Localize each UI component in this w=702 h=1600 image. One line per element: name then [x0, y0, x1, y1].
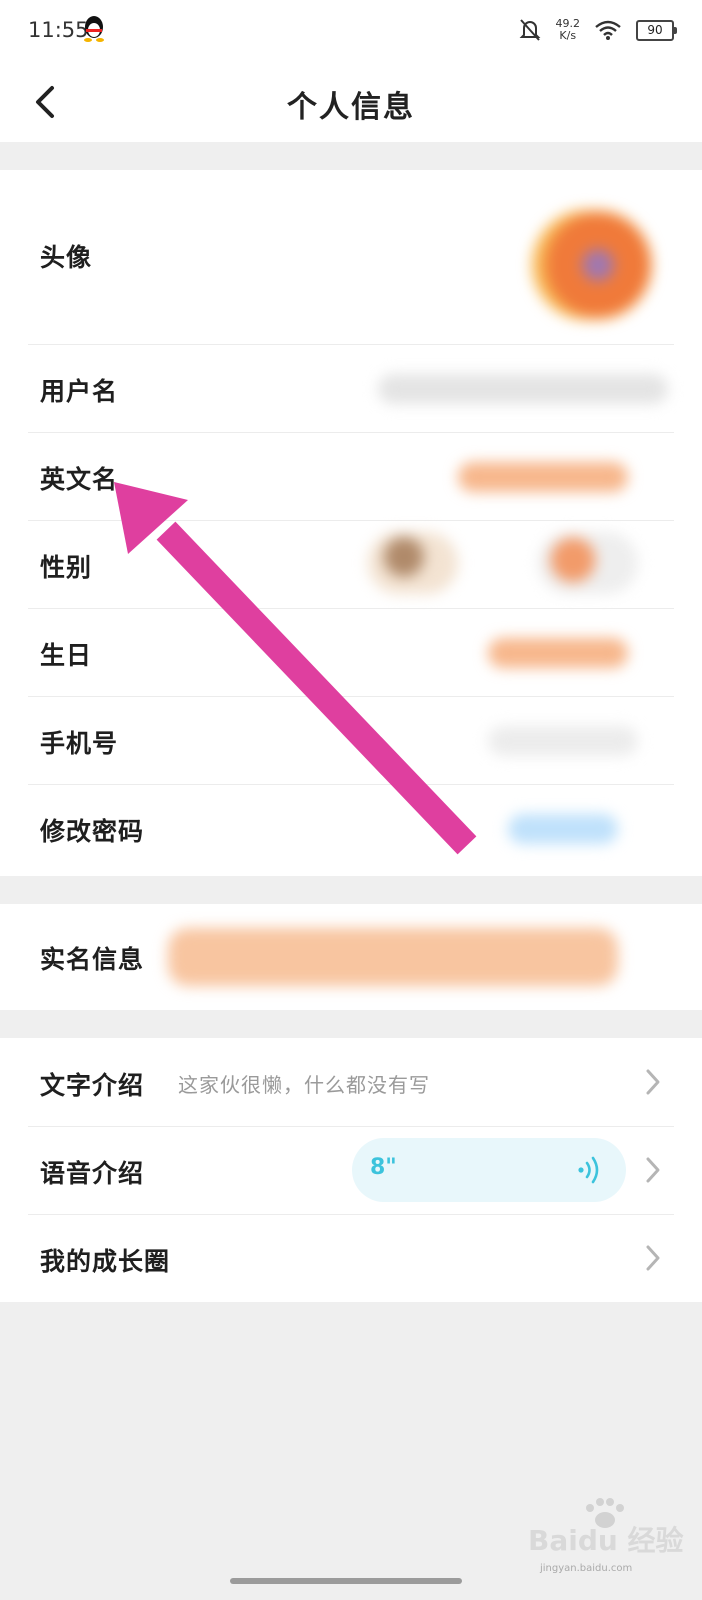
row-username[interactable]: 用户名	[28, 344, 674, 433]
watermark-text: Baidu 经验	[528, 1524, 684, 1557]
network-speed: 49.2 K/s	[556, 18, 581, 42]
row-voice-intro[interactable]: 语音介绍 8"	[28, 1126, 674, 1215]
qq-penguin-icon	[84, 16, 104, 42]
row-growth-circle-label: 我的成长圈	[40, 1247, 171, 1276]
status-bar: 11:55 49.2 K/s 90	[0, 0, 702, 60]
row-phone[interactable]: 手机号	[28, 696, 674, 785]
voice-play-button[interactable]: 8"	[352, 1138, 626, 1202]
text-intro-value: 这家伙很懒，什么都没有写	[178, 1073, 430, 1097]
intro-card: 文字介绍 这家伙很懒，什么都没有写 语音介绍 8" 我的成长圈	[0, 1038, 702, 1302]
status-time: 11:55	[28, 18, 89, 42]
row-username-label: 用户名	[40, 377, 119, 406]
row-english-name[interactable]: 英文名	[28, 432, 674, 521]
watermark-url: jingyan.baidu.com	[540, 1563, 633, 1574]
row-change-password-label: 修改密码	[40, 817, 145, 846]
row-gender[interactable]: 性别	[28, 520, 674, 609]
realname-card: 实名信息	[0, 904, 702, 1010]
chevron-right-icon	[646, 1157, 660, 1183]
birthday-value-blurred	[488, 638, 628, 668]
gender-option-male-blurred[interactable]	[368, 532, 458, 594]
chevron-right-icon	[646, 1245, 660, 1271]
chevron-right-icon	[646, 1069, 660, 1095]
row-text-intro-label: 文字介绍	[40, 1071, 145, 1100]
realname-value-blurred	[168, 928, 618, 986]
voice-duration: 8"	[370, 1155, 397, 1180]
battery-indicator: 90	[636, 19, 677, 41]
phone-value-blurred	[488, 726, 638, 756]
row-gender-label: 性别	[40, 553, 93, 582]
nav-bar: 个人信息	[0, 60, 702, 142]
english-name-value-blurred	[458, 462, 628, 492]
row-birthday[interactable]: 生日	[28, 608, 674, 697]
baidu-jingyan-watermark: Baidu 经验	[528, 1498, 684, 1557]
page-title: 个人信息	[287, 90, 415, 125]
row-english-name-label: 英文名	[40, 465, 119, 494]
status-icons: 49.2 K/s 90	[518, 14, 677, 46]
gender-option-female-blurred[interactable]	[538, 532, 638, 594]
network-speed-unit: K/s	[559, 29, 577, 42]
row-realname-label: 实名信息	[40, 945, 145, 974]
row-voice-intro-label: 语音介绍	[40, 1159, 145, 1188]
row-text-intro[interactable]: 文字介绍 这家伙很懒，什么都没有写	[28, 1038, 674, 1127]
row-realname[interactable]: 实名信息	[28, 904, 674, 1010]
row-avatar[interactable]: 头像	[28, 170, 674, 345]
row-growth-circle[interactable]: 我的成长圈	[28, 1214, 674, 1302]
home-indicator[interactable]	[230, 1578, 462, 1584]
row-phone-label: 手机号	[40, 729, 119, 758]
wifi-icon	[595, 20, 621, 40]
row-birthday-label: 生日	[40, 641, 93, 670]
profile-card: 头像 用户名 英文名 性别 生日 手机号 修改密码	[0, 170, 702, 876]
sound-wave-icon	[578, 1156, 599, 1184]
mute-bell-icon	[519, 19, 540, 41]
row-change-password[interactable]: 修改密码	[28, 784, 674, 876]
change-password-value-blurred	[508, 814, 618, 844]
username-value-blurred	[378, 374, 668, 404]
row-avatar-label: 头像	[40, 243, 93, 272]
